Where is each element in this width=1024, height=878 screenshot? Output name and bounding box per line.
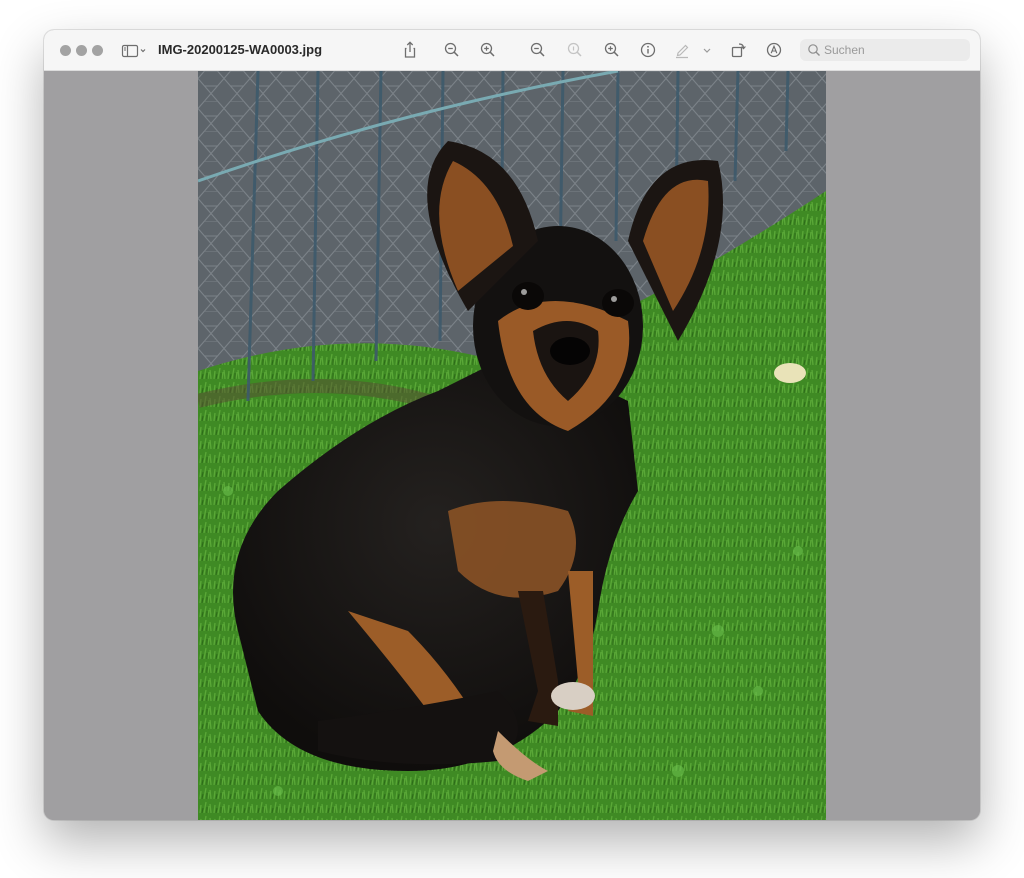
share-icon xyxy=(404,41,416,58)
zoom-out-icon xyxy=(530,42,545,57)
document-image[interactable] xyxy=(198,71,826,820)
sidebar-toggle-button[interactable] xyxy=(121,41,149,61)
zoom-in-button-2[interactable] xyxy=(601,39,623,61)
rotate-icon xyxy=(731,43,746,58)
markup-button[interactable] xyxy=(763,39,785,61)
zoom-out-button-2[interactable] xyxy=(527,39,549,61)
search-icon xyxy=(808,44,820,56)
zoom-in-icon xyxy=(604,42,619,57)
highlight-pen-icon xyxy=(676,44,689,59)
chevron-down-icon xyxy=(703,48,711,53)
sidebar-toggle-icon xyxy=(121,44,146,58)
zoom-out-icon xyxy=(444,42,459,57)
actual-size-icon xyxy=(567,42,582,57)
zoom-out-button[interactable] xyxy=(441,39,463,61)
document-title: IMG-20200125-WA0003.jpg xyxy=(158,42,323,57)
minimize-window-button[interactable] xyxy=(76,45,87,56)
rotate-button[interactable] xyxy=(727,39,749,61)
info-button[interactable] xyxy=(637,39,659,61)
info-icon xyxy=(640,42,656,58)
preview-window: IMG-20200125-WA0003.jpg xyxy=(44,30,980,820)
search-field[interactable] xyxy=(800,39,970,61)
fullscreen-window-button[interactable] xyxy=(92,45,103,56)
zoom-in-button[interactable] xyxy=(477,39,499,61)
title-bar: IMG-20200125-WA0003.jpg xyxy=(44,30,980,71)
highlight-options-button[interactable] xyxy=(699,39,715,61)
dog-photo xyxy=(198,71,826,820)
highlight-button[interactable] xyxy=(671,39,693,61)
search-input[interactable] xyxy=(824,39,964,61)
markup-icon xyxy=(766,42,782,58)
zoom-in-icon xyxy=(480,42,495,57)
share-button[interactable] xyxy=(399,39,421,61)
close-window-button[interactable] xyxy=(60,45,71,56)
actual-size-button[interactable] xyxy=(564,39,586,61)
image-canvas xyxy=(44,71,980,820)
